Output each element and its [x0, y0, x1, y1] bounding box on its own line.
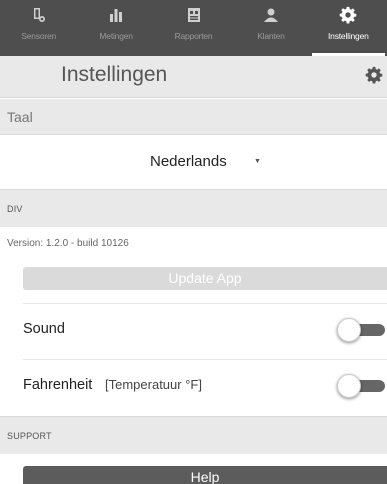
tab-label: Sensoren — [21, 31, 57, 41]
tab-bar: Sensoren Metingen Rapporten Klanten Inst… — [0, 0, 387, 56]
tab-metingen[interactable]: Metingen — [77, 0, 154, 56]
version-text: Version: 1.2.0 - build 10126 — [7, 238, 129, 249]
gear-icon — [338, 5, 358, 25]
tab-label: Rapporten — [174, 31, 213, 41]
help-button[interactable]: Help — [23, 466, 387, 484]
fahrenheit-label: Fahrenheit — [23, 377, 93, 393]
fahrenheit-toggle[interactable] — [337, 374, 387, 398]
sensor-icon — [29, 5, 49, 25]
tab-label: Klanten — [257, 31, 285, 41]
toggle-knob — [337, 318, 361, 342]
gear-icon[interactable] — [365, 66, 383, 84]
support-section-header: SUPPORT — [0, 416, 387, 454]
update-app-button[interactable]: Update App — [23, 267, 387, 290]
divider — [23, 359, 387, 360]
tab-rapporten[interactable]: Rapporten — [155, 0, 232, 56]
fahrenheit-hint: [Temperatuur °F] — [105, 377, 202, 392]
support-section-label: SUPPORT — [7, 431, 52, 441]
page-title: Instellingen — [61, 63, 168, 86]
tab-label: Metingen — [99, 31, 133, 41]
tab-label: Instellingen — [328, 31, 369, 41]
language-section-header: Taal — [0, 99, 387, 135]
caret-down-icon: ▼ — [254, 158, 261, 165]
tab-klanten[interactable]: Klanten — [232, 0, 309, 56]
title-bar: Instellingen — [0, 56, 387, 98]
language-section-label: Taal — [7, 109, 33, 125]
divider — [23, 303, 387, 304]
customers-icon — [261, 5, 281, 25]
toggle-knob — [337, 374, 361, 398]
sound-toggle[interactable] — [337, 318, 387, 342]
tab-sensoren[interactable]: Sensoren — [0, 0, 77, 56]
language-select[interactable]: Nederlands ▼ — [0, 135, 387, 189]
div-section-header: DIV — [0, 189, 387, 227]
bar-chart-icon — [106, 5, 126, 25]
tab-instellingen[interactable]: Instellingen — [310, 0, 387, 56]
sound-label: Sound — [23, 321, 65, 337]
report-icon — [184, 5, 204, 25]
language-selected-value: Nederlands — [150, 153, 227, 170]
div-section-label: DIV — [7, 204, 23, 214]
